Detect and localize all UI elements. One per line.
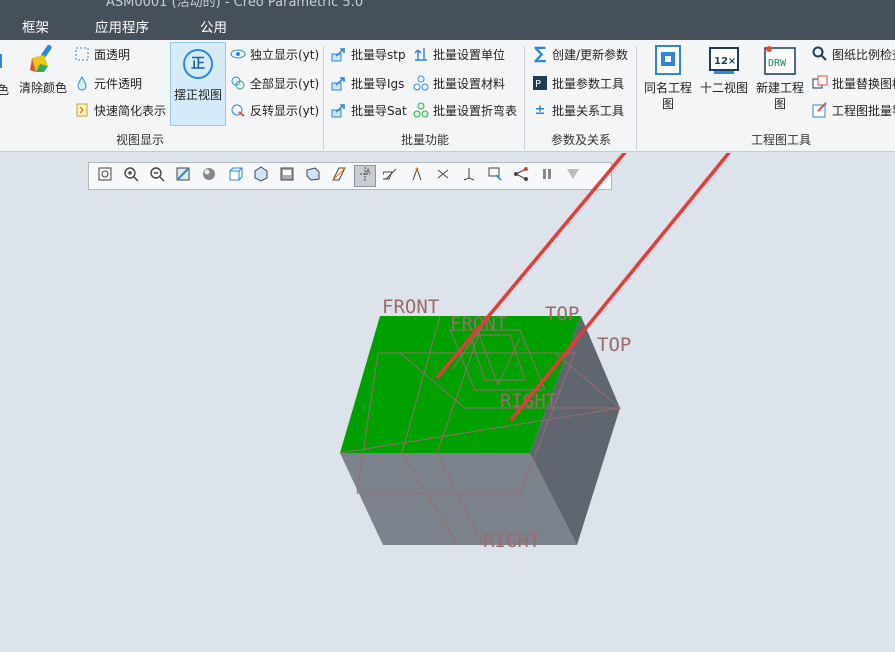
same-name-drawing-label: 同名工程图	[643, 81, 692, 111]
param-tool-icon: P	[532, 75, 548, 91]
svg-text:P: P	[535, 79, 541, 90]
invert-display-label: 反转显示(yt)	[250, 103, 320, 118]
clear-color-label: 清除颜色	[18, 81, 67, 95]
export-igs-button[interactable]: 批量导Igs	[331, 72, 404, 94]
new-drawing-label: 新建工程图	[755, 81, 804, 111]
color-button[interactable]: 色	[0, 50, 10, 98]
clear-color-button[interactable]: 清除颜色	[16, 42, 70, 96]
export-sat-label: 批量导Sat	[351, 103, 407, 118]
svg-text:DRW: DRW	[768, 58, 787, 69]
menu-bar: 框架 应用程序 公用	[0, 10, 895, 40]
relation-icon: ±	[534, 102, 546, 118]
water-drop-icon	[74, 75, 90, 91]
relation-tool-label: 批量关系工具	[552, 103, 625, 118]
new-drawing-icon: DRW	[764, 46, 796, 75]
same-name-drawing-icon	[655, 45, 681, 75]
ribbon: 色 清除颜色 面透明 元件透明 快速简化表示 正 摆正视图 独立显示(yt) 全…	[0, 40, 895, 152]
batch-group-label: 批量功能	[400, 133, 449, 147]
create-update-param-button[interactable]: ∑ 创建/更新参数	[532, 43, 628, 65]
bend-table-icon	[413, 102, 429, 118]
face-transparent-button[interactable]: 面透明	[74, 43, 130, 65]
scale-check-label: 图纸比例检查	[832, 47, 895, 62]
set-units-button[interactable]: 批量设置单位	[413, 43, 505, 65]
component-transparent-label: 元件透明	[94, 76, 143, 91]
color-label: 色	[0, 83, 9, 97]
set-bend-table-button[interactable]: 批量设置折弯表	[413, 99, 517, 121]
datum-label-top: TOP	[597, 334, 631, 356]
export-arrow-icon	[331, 46, 347, 62]
export-stp-label: 批量导stp	[351, 47, 406, 62]
batch-replace-frame-button[interactable]: 批量替换图框	[812, 72, 895, 94]
param-tool-button[interactable]: P 批量参数工具	[532, 72, 624, 94]
align-view-button[interactable]: 正 摆正视图	[170, 42, 226, 126]
group-divider	[636, 46, 637, 150]
twelve-view-label: 十二视图	[699, 81, 748, 95]
export-arrow-icon	[331, 75, 347, 91]
same-name-drawing-button[interactable]: 同名工程图	[640, 44, 696, 112]
quick-simplify-button[interactable]: 快速简化表示	[74, 99, 166, 121]
eye-icon	[230, 46, 246, 62]
title-bar: ASM0001 (活动的) - Creo Parametric 5.0	[0, 0, 895, 10]
replace-frame-icon	[812, 75, 828, 91]
twelve-view-button[interactable]: 12× 十二视图	[698, 44, 750, 96]
group-divider	[323, 46, 324, 150]
align-view-icon: 正	[183, 49, 213, 79]
units-icon	[413, 46, 429, 62]
batch-drawing-export-label: 工程图批量导出	[832, 103, 895, 118]
batch-drawing-export-button[interactable]: 工程图批量导出	[812, 99, 895, 121]
isolate-display-button[interactable]: 独立显示(yt)	[230, 43, 319, 65]
svg-text:12×: 12×	[714, 56, 736, 67]
datum-label-top-inner: TOP	[545, 303, 579, 325]
datum-label-front: FRONT	[382, 296, 439, 318]
group-divider	[524, 46, 525, 150]
invert-display-icon	[230, 102, 246, 118]
brush-icon	[30, 44, 52, 72]
isolate-display-label: 独立显示(yt)	[250, 47, 320, 62]
color-icon	[0, 54, 2, 68]
export-arrow-icon	[331, 102, 347, 118]
drawing-export-icon	[812, 102, 828, 118]
view-group-label: 视图显示	[115, 133, 164, 147]
set-bend-table-label: 批量设置折弯表	[433, 103, 518, 118]
drawing-group-label: 工程图工具	[750, 133, 811, 147]
show-all-icon	[230, 75, 246, 91]
export-igs-label: 批量导Igs	[351, 76, 405, 91]
component-transparent-button[interactable]: 元件透明	[74, 72, 142, 94]
menu-framework[interactable]: 框架	[22, 16, 49, 36]
menu-common[interactable]: 公用	[200, 16, 227, 36]
set-material-label: 批量设置材料	[433, 76, 506, 91]
menu-applications[interactable]: 应用程序	[95, 16, 149, 36]
set-units-label: 批量设置单位	[433, 47, 506, 62]
export-sat-button[interactable]: 批量导Sat	[331, 99, 407, 121]
magnifier-icon	[812, 46, 828, 62]
datum-label-right: RIGHT	[483, 530, 540, 552]
window-title: ASM0001 (活动的) - Creo Parametric 5.0	[106, 0, 364, 10]
twelve-view-icon: 12×	[709, 47, 739, 74]
model-viewport[interactable]: FRONT FRONT TOP TOP RIGHT RIGHT	[0, 153, 895, 652]
param-tool-label: 批量参数工具	[552, 76, 625, 91]
material-icon	[413, 75, 429, 91]
invert-display-button[interactable]: 反转显示(yt)	[230, 99, 319, 121]
batch-replace-frame-label: 批量替换图框	[832, 76, 895, 91]
face-transparent-label: 面透明	[94, 47, 131, 62]
show-all-button[interactable]: 全部显示(yt)	[230, 72, 319, 94]
quick-simplify-label: 快速简化表示	[94, 103, 167, 118]
set-material-button[interactable]: 批量设置材料	[413, 72, 505, 94]
sigma-icon: ∑	[533, 44, 547, 64]
export-stp-button[interactable]: 批量导stp	[331, 43, 406, 65]
param-group-label: 参数及关系	[550, 133, 611, 147]
simplify-icon	[74, 102, 90, 118]
scale-check-button[interactable]: 图纸比例检查	[812, 43, 895, 65]
new-drawing-button[interactable]: DRW 新建工程图	[752, 44, 808, 112]
show-all-label: 全部显示(yt)	[250, 76, 320, 91]
face-transparent-icon	[74, 46, 90, 62]
relation-tool-button[interactable]: ± 批量关系工具	[532, 99, 624, 121]
align-view-label: 摆正视图	[173, 88, 222, 102]
create-update-param-label: 创建/更新参数	[552, 47, 629, 62]
datum-label-front-inner: FRONT	[450, 313, 507, 335]
